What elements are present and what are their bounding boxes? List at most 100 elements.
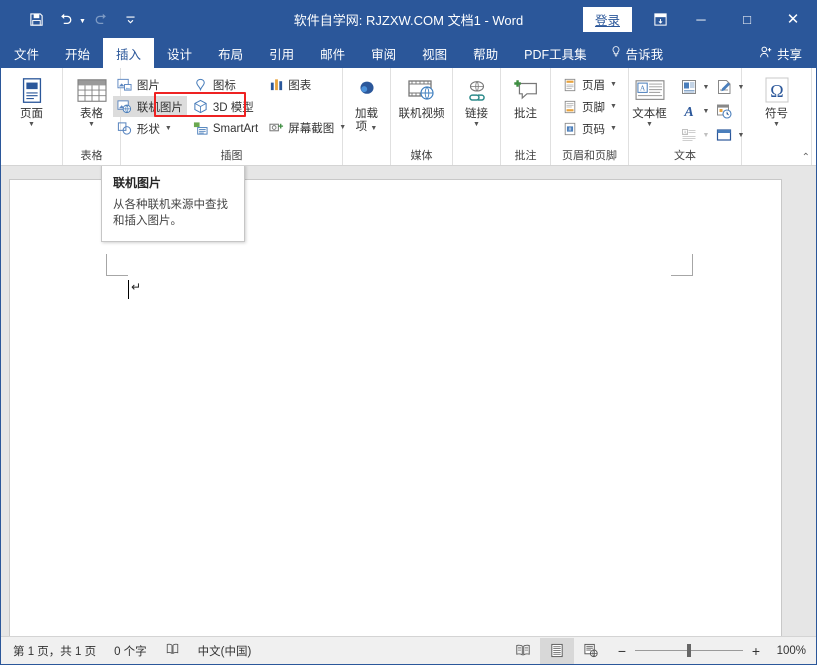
new-comment-button[interactable]: 批注 [503, 73, 549, 121]
margin-mark-top-right [671, 254, 693, 276]
document-area[interactable]: ↵ 联机图片 从各种联机来源中查找和插入图片。 [1, 166, 816, 636]
ribbon-group-header-footer: 页眉 ▼ 页脚 ▼ [551, 68, 629, 165]
zoom-level-label[interactable]: 100% [768, 645, 806, 657]
print-layout-view-button[interactable] [540, 638, 574, 664]
quick-access-toolbar: ▼ [1, 6, 144, 32]
margin-mark-top-left [106, 254, 128, 276]
table-dropdown-caret[interactable]: ▼ [88, 121, 95, 129]
online-pictures-button[interactable]: 联机图片 [113, 96, 187, 117]
page-count-status[interactable]: 第 1 页，共 1 页 [13, 643, 96, 659]
page-number-label: 页码 [582, 121, 605, 137]
online-picture-icon [117, 99, 133, 115]
undo-dropdown-caret[interactable]: ▼ [79, 14, 86, 25]
wordart-icon[interactable]: A [678, 101, 700, 122]
header-dropdown-caret[interactable]: ▼ [610, 81, 617, 88]
table-label: 表格 [80, 108, 103, 121]
addins-dropdown-caret[interactable]: ▼ [370, 125, 377, 132]
online-pictures-label: 联机图片 [137, 99, 183, 115]
quick-parts-icon[interactable]: A [678, 125, 700, 146]
symbol-button[interactable]: Ω 符号 ▼ [754, 73, 800, 129]
date-time-icon[interactable] [713, 101, 735, 122]
undo-icon[interactable] [52, 6, 78, 32]
sign-in-button[interactable]: 登录 [583, 7, 632, 32]
tab-pdf-tools[interactable]: PDF工具集 [511, 38, 600, 68]
tab-review[interactable]: 审阅 [358, 38, 409, 68]
screenshot-button[interactable]: 屏幕截图 ▼ [264, 117, 350, 138]
ribbon-display-options-icon[interactable] [642, 0, 678, 38]
icons-button[interactable]: 图标 [189, 74, 262, 95]
page-number-dropdown-caret[interactable]: ▼ [610, 125, 617, 132]
tab-design[interactable]: 设计 [154, 38, 205, 68]
redo-icon [89, 6, 115, 32]
smartart-button[interactable]: SmartArt [189, 118, 262, 139]
signature-line-icon[interactable] [713, 77, 735, 98]
group-label-pages [1, 148, 62, 165]
illustrations-column-3: 图表 屏幕截图 ▼ [264, 73, 350, 138]
online-video-button[interactable]: 联机视频 [393, 73, 451, 121]
zoom-slider-thumb[interactable] [687, 644, 691, 657]
web-layout-view-button[interactable] [574, 638, 608, 664]
shapes-dropdown-caret[interactable]: ▼ [165, 125, 172, 132]
get-addins-button[interactable]: 加载 项 ▼ [344, 73, 390, 134]
table-button[interactable]: 表格 ▼ [69, 73, 115, 129]
zoom-out-button[interactable]: − [616, 643, 628, 659]
share-button[interactable]: 共享 [749, 38, 816, 68]
tooltip-body: 从各种联机来源中查找和插入图片。 [113, 197, 233, 229]
zoom-in-button[interactable]: + [750, 643, 762, 659]
ribbon-group-text: A 文本框 ▼ [629, 68, 742, 165]
text-cursor [128, 280, 129, 299]
tell-me-box[interactable]: 告诉我 [600, 38, 674, 68]
symbol-dropdown-caret[interactable]: ▼ [773, 121, 780, 129]
pages-dropdown-caret[interactable]: ▼ [28, 121, 35, 129]
customize-quick-access-icon[interactable] [118, 6, 144, 32]
text-box-icon: A [634, 75, 666, 107]
links-dropdown-caret[interactable]: ▼ [473, 121, 480, 129]
links-button[interactable]: 链接 ▼ [454, 73, 500, 129]
screenshot-icon [268, 120, 284, 136]
minimize-button[interactable]: ─ [678, 0, 724, 38]
tab-file[interactable]: 文件 [1, 38, 52, 68]
save-icon[interactable] [23, 6, 49, 32]
tab-home[interactable]: 开始 [52, 38, 103, 68]
text-box-dropdown-caret[interactable]: ▼ [646, 121, 653, 129]
zoom-slider[interactable] [635, 650, 743, 651]
tell-me-label: 告诉我 [626, 44, 664, 63]
read-mode-view-button[interactable] [506, 638, 540, 664]
tab-layout[interactable]: 布局 [205, 38, 256, 68]
insert-picture-button[interactable]: 图片 [113, 74, 187, 95]
close-button[interactable]: ✕ [770, 0, 816, 38]
svg-text:A: A [683, 105, 693, 119]
tab-references[interactable]: 引用 [256, 38, 307, 68]
page-number-button[interactable]: # 页码 ▼ [558, 118, 621, 139]
three-d-models-button[interactable]: 3D 模型 [189, 96, 262, 117]
word-count-status[interactable]: 0 个字 [114, 643, 147, 659]
footer-dropdown-caret[interactable]: ▼ [610, 103, 617, 110]
header-button[interactable]: 页眉 ▼ [558, 74, 621, 95]
tab-help[interactable]: 帮助 [460, 38, 511, 68]
maximize-button[interactable]: □ [724, 0, 770, 38]
text-box-button[interactable]: A 文本框 ▼ [625, 73, 675, 129]
online-video-label: 联机视频 [399, 108, 445, 121]
drop-cap-icon[interactable] [678, 77, 700, 98]
footer-button[interactable]: 页脚 ▼ [558, 96, 621, 117]
ribbon-group-illustrations: 图片 联机图片 [121, 68, 343, 165]
header-icon [562, 77, 578, 93]
collapse-ribbon-button[interactable]: ⌃ [802, 152, 810, 163]
document-page[interactable]: ↵ [9, 179, 782, 636]
proofing-icon[interactable] [165, 642, 180, 659]
tab-insert[interactable]: 插入 [103, 38, 154, 68]
tab-mailings[interactable]: 邮件 [307, 38, 358, 68]
omega-symbol-icon: Ω [761, 75, 793, 107]
chart-button[interactable]: 图表 [264, 74, 350, 95]
shapes-button[interactable]: 形状 ▼ [113, 118, 187, 139]
wordart-dropdown-caret[interactable]: ▼ [702, 108, 711, 115]
quick-parts-dropdown-caret: ▼ [702, 132, 711, 139]
object-icon[interactable] [713, 125, 735, 146]
language-status[interactable]: 中文(中国) [198, 643, 252, 659]
pages-button[interactable]: 页面 ▼ [9, 73, 55, 129]
chart-label: 图表 [288, 77, 311, 93]
drop-cap-dropdown-caret[interactable]: ▼ [702, 84, 711, 91]
tab-view[interactable]: 视图 [409, 38, 460, 68]
person-share-icon [759, 45, 773, 62]
svg-text:#: # [569, 126, 572, 132]
